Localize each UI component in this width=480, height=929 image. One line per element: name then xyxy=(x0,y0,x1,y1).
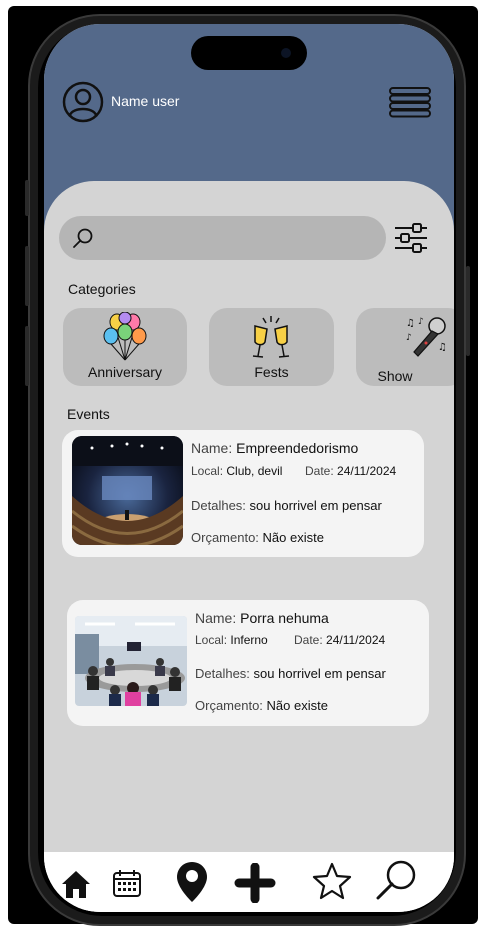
side-button xyxy=(466,266,470,356)
event-date-label: Date: xyxy=(294,633,323,647)
event-local-label: Local: xyxy=(195,633,228,647)
plus-icon[interactable] xyxy=(234,863,276,903)
user-avatar-icon[interactable] xyxy=(62,81,104,123)
location-pin-icon[interactable] xyxy=(176,861,208,903)
dynamic-island xyxy=(191,36,307,70)
event-budget: Não existe xyxy=(266,698,328,713)
event-name: Porra nehuma xyxy=(240,610,329,626)
category-label: Show xyxy=(377,368,413,384)
event-budget-label: Orçamento: xyxy=(191,530,259,545)
category-label: Anniversary xyxy=(88,364,162,380)
calendar-icon[interactable] xyxy=(112,868,142,898)
categories-title: Categories xyxy=(68,281,136,297)
event-details: sou horrivel em pensar xyxy=(249,498,382,513)
event-details: sou horrivel em pensar xyxy=(253,666,386,681)
home-icon[interactable] xyxy=(60,868,92,900)
search-icon[interactable] xyxy=(374,858,418,902)
search-icon xyxy=(73,228,93,248)
event-card[interactable]: Name: Empreendedorismo Local: Club, devi… xyxy=(62,430,424,557)
event-date: 24/11/2024 xyxy=(326,633,386,647)
event-budget: Não existe xyxy=(262,530,324,545)
search-input[interactable] xyxy=(59,216,386,260)
event-details-label: Detalhes: xyxy=(195,666,250,681)
event-name-label: Name: xyxy=(195,610,237,626)
category-fests[interactable]: Fests xyxy=(209,308,334,386)
svg-text:♪: ♪ xyxy=(418,317,424,327)
event-card[interactable]: Name: Porra nehuma Local: Inferno Date: … xyxy=(67,600,429,726)
category-anniversary[interactable]: Anniversary xyxy=(63,308,187,386)
event-budget-label: Orçamento: xyxy=(195,698,263,713)
conference-auditorium-photo xyxy=(72,436,183,545)
app-screen: Name user Categories Anniversary Fests ♫… xyxy=(44,24,454,912)
event-local-label: Local: xyxy=(191,464,224,478)
champagne-toast-icon xyxy=(252,316,290,358)
side-button xyxy=(25,246,29,306)
event-local: Club, devil xyxy=(226,464,283,478)
hamburger-menu-icon[interactable] xyxy=(388,86,432,118)
category-label: Fests xyxy=(254,364,289,380)
event-date-label: Date: xyxy=(305,464,334,478)
event-name: Empreendedorismo xyxy=(236,440,359,456)
star-icon[interactable] xyxy=(312,862,352,900)
svg-text:♪: ♪ xyxy=(406,333,412,343)
filter-sliders-icon[interactable] xyxy=(393,220,429,256)
event-details-label: Detalhes: xyxy=(191,498,246,513)
event-local: Inferno xyxy=(230,633,268,647)
meeting-room-photo xyxy=(75,616,187,706)
event-date: 24/11/2024 xyxy=(337,464,397,478)
balloons-icon xyxy=(103,312,147,361)
user-name: Name user xyxy=(111,93,180,109)
side-button xyxy=(25,326,29,386)
events-title: Events xyxy=(67,406,110,422)
svg-text:♫: ♫ xyxy=(406,318,415,329)
side-button xyxy=(25,180,29,216)
category-show[interactable]: ♫ ♪ ♪ ♫ Show xyxy=(356,308,454,386)
svg-text:♫: ♫ xyxy=(438,342,447,353)
bottom-navigation xyxy=(44,852,454,912)
event-name-label: Name: xyxy=(191,440,233,456)
microphone-icon: ♫ ♪ ♪ ♫ xyxy=(406,317,447,357)
